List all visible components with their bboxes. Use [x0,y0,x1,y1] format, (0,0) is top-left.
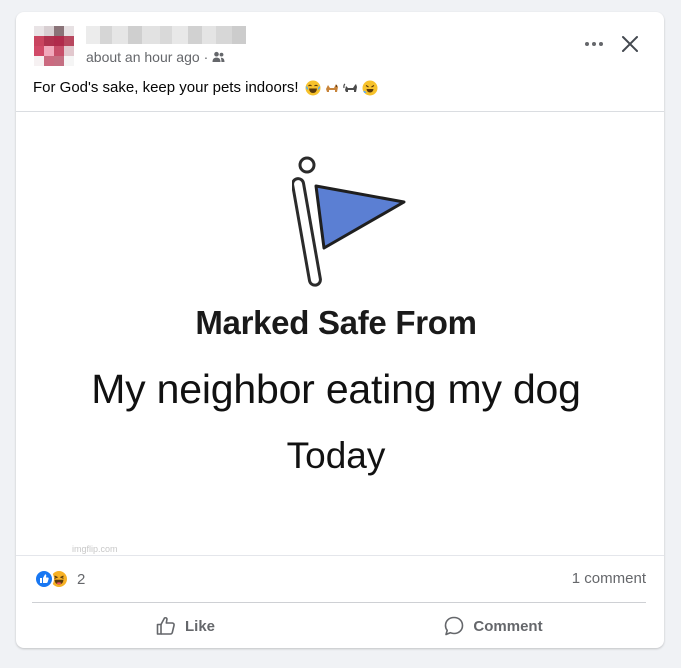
cat-emoji [342,83,357,92]
reaction-summary[interactable]: 2 [34,568,85,590]
more-icon[interactable] [576,30,612,58]
flag-icon [292,156,406,287]
meme-image[interactable]: Marked Safe From My neighbor eating my d… [16,112,664,556]
post-message: For God's sake, keep your pets indoors! [33,79,299,96]
rofl-emoji [362,80,377,95]
close-icon[interactable] [614,28,646,60]
dog-emoji [325,83,338,92]
comment-button[interactable]: Comment [340,610,646,642]
meme-date: Today [286,435,386,476]
laughing-emoji [305,80,320,95]
like-outline-icon [156,616,175,635]
meta-separator: · [203,49,209,65]
comment-icon [445,616,464,636]
meme-heading: Marked Safe From [195,304,477,341]
meme-subject: My neighbor eating my dog [91,366,581,412]
watermark: imgflip.com [72,544,118,554]
post-meta: about an hour ago · [86,48,225,66]
post-header: about an hour ago · For God's sake, keep… [16,12,664,112]
post-text: For God's sake, keep your pets indoors! [33,79,378,96]
actions-divider [32,602,646,603]
comment-label: Comment [473,617,543,635]
timestamp[interactable]: about an hour ago [86,49,200,65]
author-name-redacted[interactable] [86,26,246,44]
like-icon [34,569,54,589]
comment-count[interactable]: 1 comment [572,570,646,587]
like-button[interactable]: Like [32,610,338,642]
friends-icon[interactable] [212,51,225,63]
post-card: about an hour ago · For God's sake, keep… [16,12,664,648]
image-divider [16,555,664,556]
reaction-count: 2 [77,570,86,588]
avatar[interactable] [34,26,74,66]
like-label: Like [184,617,215,635]
